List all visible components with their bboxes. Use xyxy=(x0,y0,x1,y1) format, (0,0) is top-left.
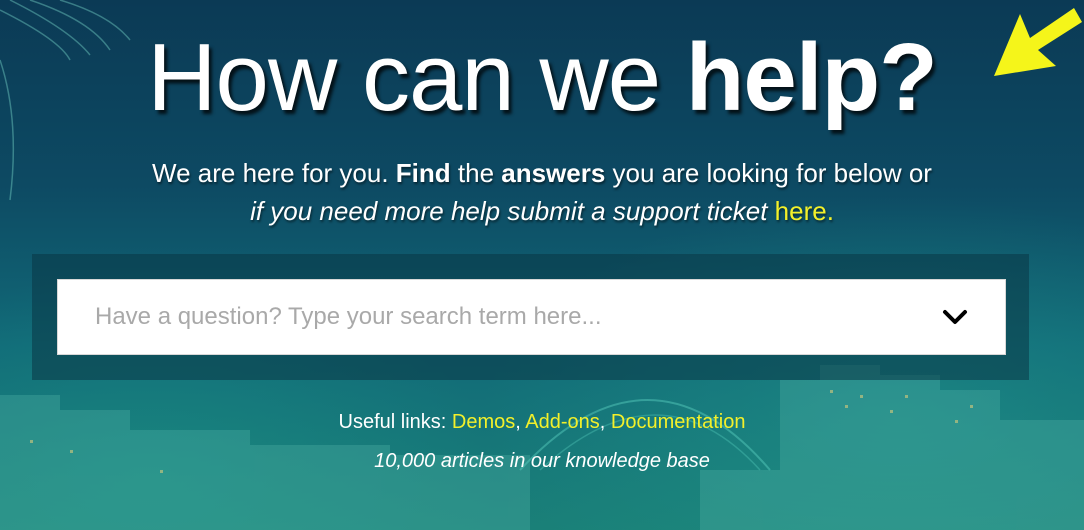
useful-links-label: Useful links: xyxy=(338,411,452,433)
search-input[interactable] xyxy=(95,280,915,354)
link-add-ons[interactable]: Add-ons xyxy=(525,411,600,433)
intro-line-1: We are here for you. Find the answers yo… xyxy=(152,158,932,188)
arrow-pointer-icon xyxy=(994,8,1082,76)
page-title: How can we help? xyxy=(147,24,938,131)
link-documentation[interactable]: Documentation xyxy=(611,411,746,433)
search-box xyxy=(57,279,1006,355)
link-demos[interactable]: Demos xyxy=(452,411,515,433)
intro-line-2: if you need more help submit a support t… xyxy=(250,196,834,226)
useful-links: Useful links: Demos, Add-ons, Documentat… xyxy=(338,411,746,433)
chevron-down-icon[interactable] xyxy=(942,308,968,326)
articles-count: 10,000 articles in our knowledge base xyxy=(374,450,710,472)
support-ticket-link[interactable]: here. xyxy=(775,196,834,226)
hero-section: How can we help? We are here for you. Fi… xyxy=(0,0,1084,530)
